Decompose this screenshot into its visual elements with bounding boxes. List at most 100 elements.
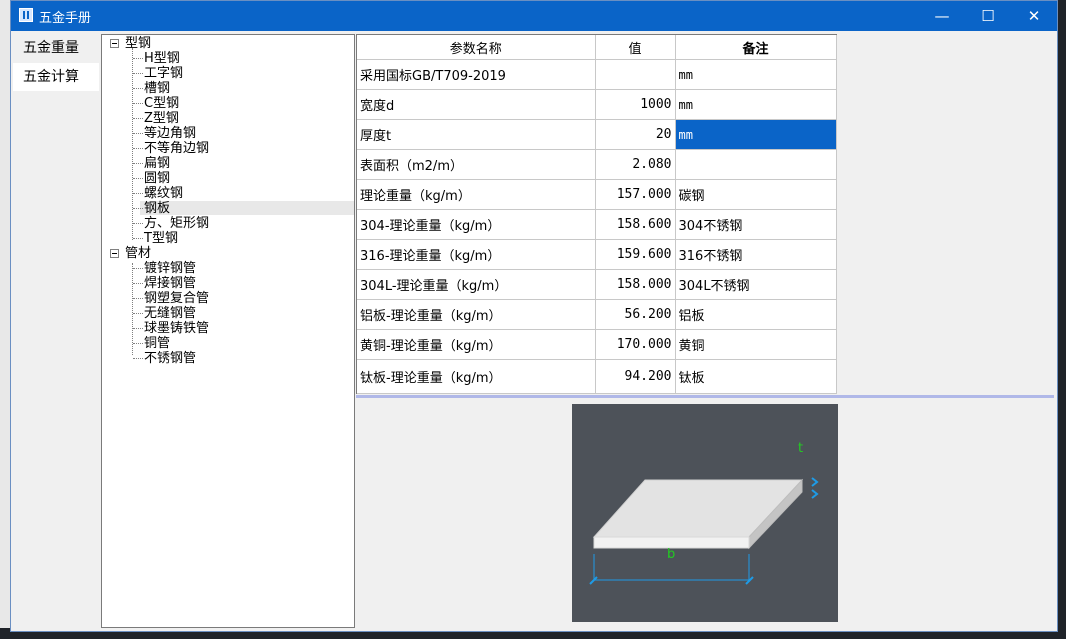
title-bar[interactable]: 五金手册 — ☐ ✕ xyxy=(11,1,1057,31)
app-icon xyxy=(19,8,33,22)
tree-item[interactable]: H型钢 xyxy=(144,51,180,66)
cell-note[interactable]: mm xyxy=(675,89,837,120)
tree-item[interactable]: 无缝钢管 xyxy=(144,306,196,321)
tree-item[interactable]: T型钢 xyxy=(144,231,178,246)
table-row[interactable]: 铝板-理论重量（kg/m） 56.200 铝板 xyxy=(357,299,837,330)
cell-value[interactable]: 158.000 xyxy=(595,269,676,300)
header-note[interactable]: 备注 xyxy=(675,35,837,60)
cell-note[interactable]: 316不锈钢 xyxy=(675,239,837,270)
cell-value[interactable]: 157.000 xyxy=(595,179,676,210)
tree-connector xyxy=(133,73,143,74)
cell-value[interactable]: 159.600 xyxy=(595,239,676,270)
cell-note[interactable]: 黄铜 xyxy=(675,329,837,360)
minimize-button[interactable]: — xyxy=(919,1,965,31)
collapse-toggle-icon[interactable] xyxy=(110,39,119,48)
cell-note[interactable]: 碳钢 xyxy=(675,179,837,210)
tree-item[interactable]: 圆钢 xyxy=(144,171,170,186)
app-window: 五金手册 — ☐ ✕ 五金重量 五金计算 型钢 H型钢 工字钢 槽钢 C型钢 Z… xyxy=(10,0,1058,632)
tree-item[interactable]: 球墨铸铁管 xyxy=(144,321,209,336)
cell-value[interactable] xyxy=(595,59,676,90)
table-row[interactable]: 采用国标GB/T709-2019 mm xyxy=(357,59,837,90)
tree-item[interactable]: C型钢 xyxy=(144,96,179,111)
nav-item-hardware-calc[interactable]: 五金计算 xyxy=(13,63,99,91)
tree-item[interactable]: 不等角边钢 xyxy=(144,141,209,156)
cell-param-name[interactable]: 表面积（m2/m） xyxy=(357,149,596,180)
category-tree[interactable]: 型钢 H型钢 工字钢 槽钢 C型钢 Z型钢 等边角钢 不等角边钢 扁钢 圆钢 螺… xyxy=(101,34,355,628)
tree-connector xyxy=(133,358,143,359)
cell-param-name[interactable]: 厚度t xyxy=(357,119,596,150)
cell-note[interactable]: mm xyxy=(675,59,837,90)
tree-item[interactable]: 扁钢 xyxy=(144,156,170,171)
desktop-background-right xyxy=(1058,0,1066,639)
tree-group-section-steel[interactable]: 型钢 xyxy=(125,36,151,51)
parameter-table[interactable]: 参数名称 值 备注 采用国标GB/T709-2019 mm 宽度d 1000 m… xyxy=(356,34,837,394)
cell-value[interactable]: 2.080 xyxy=(595,149,676,180)
tree-branch-line xyxy=(132,48,133,240)
table-row[interactable]: 黄铜-理论重量（kg/m） 170.000 黄铜 xyxy=(357,329,837,360)
tree-item[interactable]: 工字钢 xyxy=(144,66,183,81)
header-param-name[interactable]: 参数名称 xyxy=(357,35,596,60)
desktop-background-left xyxy=(0,0,10,639)
tree-connector xyxy=(133,193,143,194)
maximize-button[interactable]: ☐ xyxy=(965,1,1011,31)
cell-value[interactable]: 1000 xyxy=(595,89,676,120)
cell-param-name[interactable]: 理论重量（kg/m） xyxy=(357,179,596,210)
tree-item[interactable]: 等边角钢 xyxy=(144,126,196,141)
tree-connector xyxy=(133,268,143,269)
cell-value[interactable]: 158.600 xyxy=(595,209,676,240)
cell-param-name[interactable]: 铝板-理论重量（kg/m） xyxy=(357,299,596,330)
table-row[interactable]: 宽度d 1000 mm xyxy=(357,89,837,120)
tree-group-pipes[interactable]: 管材 xyxy=(125,246,151,261)
cell-value[interactable]: 20 xyxy=(595,119,676,150)
table-row[interactable]: 304-理论重量（kg/m） 158.600 304不锈钢 xyxy=(357,209,837,240)
tree-selection-highlight xyxy=(140,201,354,215)
cell-param-name[interactable]: 304-理论重量（kg/m） xyxy=(357,209,596,240)
collapse-toggle-icon[interactable] xyxy=(110,249,119,258)
tree-item[interactable]: 焊接钢管 xyxy=(144,276,196,291)
thickness-dimension-marker xyxy=(811,477,819,499)
tree-connector xyxy=(133,223,143,224)
tree-connector xyxy=(133,313,143,314)
tree-item-selected[interactable]: 钢板 xyxy=(144,201,170,216)
tree-connector xyxy=(133,88,143,89)
cell-note[interactable]: 304不锈钢 xyxy=(675,209,837,240)
cell-note[interactable]: 钛板 xyxy=(675,359,837,394)
tree-connector xyxy=(133,343,143,344)
cell-note-selected[interactable]: mm xyxy=(675,119,837,150)
cell-value[interactable]: 94.200 xyxy=(595,359,676,394)
header-value[interactable]: 值 xyxy=(595,35,676,60)
tree-item[interactable]: 钢塑复合管 xyxy=(144,291,209,306)
tree-connector xyxy=(133,283,143,284)
cell-note[interactable]: 304L不锈钢 xyxy=(675,269,837,300)
cell-value[interactable]: 170.000 xyxy=(595,329,676,360)
tree-item[interactable]: 铜管 xyxy=(144,336,170,351)
table-row[interactable]: 钛板-理论重量（kg/m） 94.200 钛板 xyxy=(357,359,837,394)
table-row[interactable]: 304L-理论重量（kg/m） 158.000 304L不锈钢 xyxy=(357,269,837,300)
table-row[interactable]: 厚度t 20 mm xyxy=(357,119,837,150)
cell-param-name[interactable]: 黄铜-理论重量（kg/m） xyxy=(357,329,596,360)
tree-connector xyxy=(133,238,143,239)
tree-item[interactable]: 镀锌钢管 xyxy=(144,261,196,276)
cell-param-name[interactable]: 钛板-理论重量（kg/m） xyxy=(357,359,596,394)
thickness-label: t xyxy=(798,441,803,456)
nav-item-hardware-weight[interactable]: 五金重量 xyxy=(13,34,99,62)
tree-item[interactable]: 螺纹钢 xyxy=(144,186,183,201)
cell-param-name[interactable]: 304L-理论重量（kg/m） xyxy=(357,269,596,300)
tree-item[interactable]: Z型钢 xyxy=(144,111,179,126)
cell-note[interactable]: 铝板 xyxy=(675,299,837,330)
cell-note[interactable] xyxy=(675,149,837,180)
table-row[interactable]: 理论重量（kg/m） 157.000 碳钢 xyxy=(357,179,837,210)
close-button[interactable]: ✕ xyxy=(1011,1,1057,31)
table-row[interactable]: 316-理论重量（kg/m） 159.600 316不锈钢 xyxy=(357,239,837,270)
tree-connector xyxy=(133,148,143,149)
tree-item[interactable]: 不锈钢管 xyxy=(144,351,196,366)
table-row[interactable]: 表面积（m2/m） 2.080 xyxy=(357,149,837,180)
tree-connector xyxy=(133,328,143,329)
cell-param-name[interactable]: 宽度d xyxy=(357,89,596,120)
tree-item[interactable]: 方、矩形钢 xyxy=(144,216,209,231)
tree-item[interactable]: 槽钢 xyxy=(144,81,170,96)
cell-param-name[interactable]: 采用国标GB/T709-2019 xyxy=(357,59,596,90)
tree-connector xyxy=(133,58,143,59)
cell-value[interactable]: 56.200 xyxy=(595,299,676,330)
cell-param-name[interactable]: 316-理论重量（kg/m） xyxy=(357,239,596,270)
